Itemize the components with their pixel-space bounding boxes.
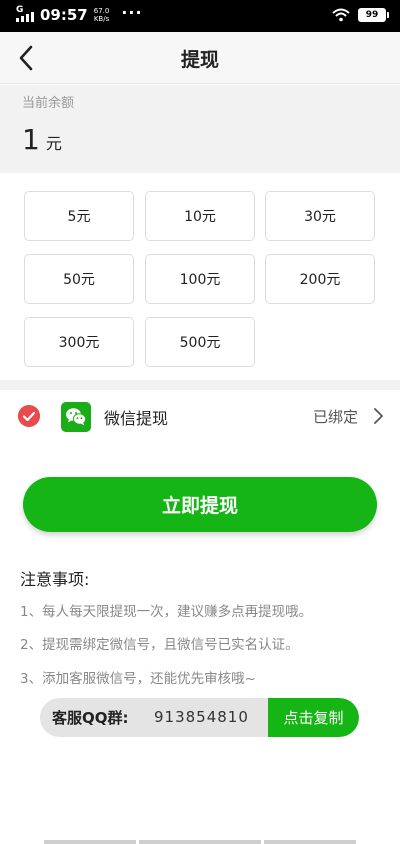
page-title: 提现 (180, 49, 219, 71)
note-item: 2、提现需绑定微信号，且微信号已实名认证。 (20, 637, 299, 653)
nav-hint (44, 840, 136, 844)
qq-group-bar: 客服QQ群: 913854810 点击复制 (40, 698, 359, 737)
wechat-withdraw-row[interactable]: 微信提现 已绑定 (0, 390, 400, 442)
note-item: 3、添加客服微信号，还能优先审核哦~ (20, 671, 256, 687)
battery-icon: 99 (358, 8, 389, 22)
copy-button[interactable]: 点击复制 (268, 698, 359, 737)
amount-option-200[interactable]: 200元 (265, 254, 375, 304)
balance-unit: 元 (45, 134, 62, 153)
balance-label: 当前余额 (22, 96, 75, 111)
wechat-icon (61, 402, 91, 432)
wifi-icon (332, 8, 350, 22)
nav-hint (139, 840, 261, 844)
note-item: 1、每人每天限提现一次，建议赚多点再提现哦。 (20, 604, 313, 620)
amount-option-50[interactable]: 50元 (24, 254, 134, 304)
amount-grid: 5元 10元 30元 50元 100元 200元 300元 500元 (0, 173, 400, 380)
qq-group-number: 913854810 (154, 708, 249, 726)
balance-value: 1 元 (22, 123, 62, 156)
check-icon[interactable] (18, 405, 40, 427)
nav-hint (264, 840, 356, 844)
signal-icon: G (16, 5, 34, 22)
bind-status: 已绑定 (312, 408, 358, 426)
more-notifications-icon: ··· (121, 2, 143, 22)
amount-option-10[interactable]: 10元 (145, 191, 255, 241)
notes-title: 注意事项: (20, 570, 90, 589)
balance-section: 当前余额 1 元 (0, 85, 400, 173)
clock: 09:57 (40, 6, 88, 24)
amount-option-5[interactable]: 5元 (24, 191, 134, 241)
amount-option-100[interactable]: 100元 (145, 254, 255, 304)
wechat-withdraw-label: 微信提现 (104, 409, 169, 428)
withdraw-now-button[interactable]: 立即提现 (23, 477, 377, 532)
nav-header: 提现 (0, 32, 400, 84)
chevron-right-icon[interactable] (372, 407, 384, 425)
amount-option-300[interactable]: 300元 (24, 317, 134, 367)
amount-option-30[interactable]: 30元 (265, 191, 375, 241)
network-speed: 67.0 KB/s (93, 7, 110, 23)
qq-group-label: 客服QQ群: (52, 709, 129, 727)
balance-amount: 1 (22, 123, 40, 156)
amount-option-500[interactable]: 500元 (145, 317, 255, 367)
section-divider (0, 380, 400, 390)
status-bar: G 09:57 67.0 KB/s ··· 99 (0, 0, 400, 32)
